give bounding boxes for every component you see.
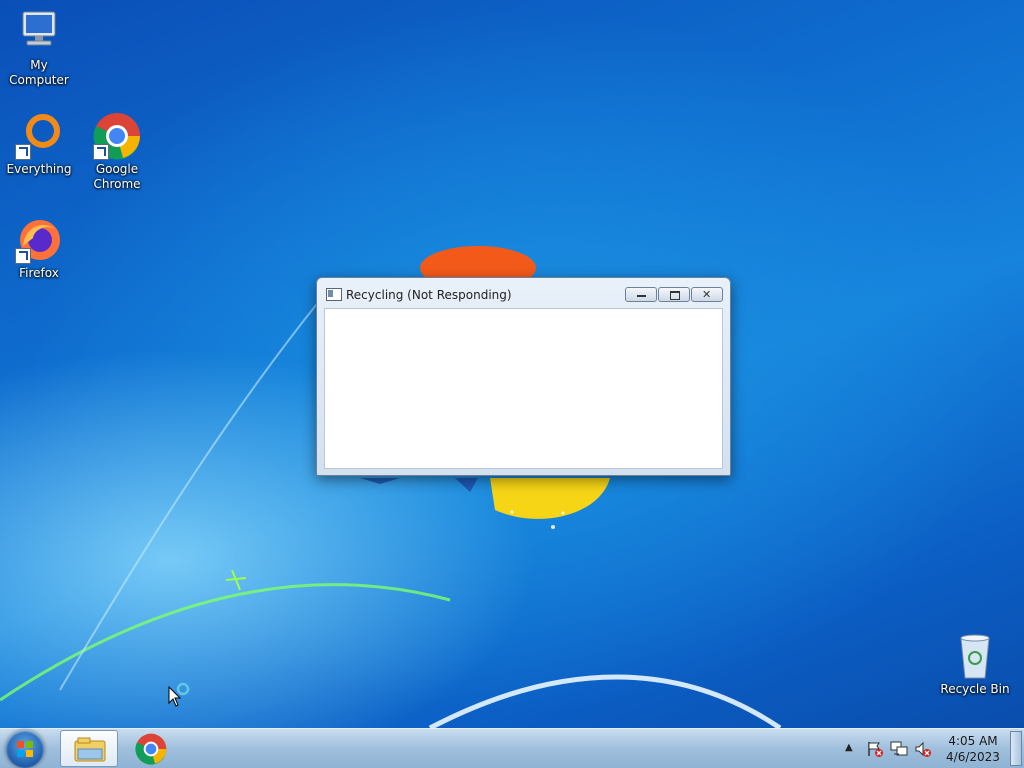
recycle-bin-icon	[951, 632, 999, 680]
chrome-icon	[93, 112, 141, 160]
maximize-button[interactable]	[658, 287, 690, 302]
show-desktop-button[interactable]	[1010, 731, 1022, 766]
start-button[interactable]	[6, 730, 44, 768]
window-titlebar[interactable]: Recycling (Not Responding) ✕	[317, 278, 730, 306]
desktop-icon-google-chrome[interactable]: Google Chrome	[78, 112, 156, 192]
explorer-icon	[74, 737, 106, 762]
shortcut-arrow-icon	[15, 248, 31, 264]
not-responding-window[interactable]: Recycling (Not Responding) ✕	[316, 277, 731, 476]
clock-date: 4/6/2023	[946, 750, 1000, 764]
system-clock[interactable]: 4:05 AM 4/6/2023	[940, 733, 1006, 765]
chrome-icon	[135, 733, 167, 765]
desktop-icon-firefox[interactable]: Firefox	[0, 216, 78, 281]
shortcut-arrow-icon	[93, 144, 109, 160]
busy-spinner-icon	[176, 682, 190, 696]
desktop-icon-recycle-bin[interactable]: Recycle Bin	[936, 632, 1014, 697]
show-hidden-icons-button[interactable]: ▲	[845, 742, 853, 753]
computer-icon	[15, 8, 63, 56]
windows-logo-icon	[17, 741, 33, 757]
everything-icon	[15, 112, 63, 160]
desktop-icon-my-computer[interactable]: My Computer	[0, 8, 78, 88]
shortcut-arrow-icon	[15, 144, 31, 160]
desktop-icon-everything[interactable]: Everything	[0, 112, 78, 177]
application-icon	[326, 288, 342, 301]
action-center-icon[interactable]	[866, 740, 884, 758]
taskbar-explorer-button[interactable]	[60, 730, 118, 767]
desktop-icon-label: Everything	[6, 162, 72, 176]
network-icon[interactable]	[890, 740, 908, 758]
volume-muted-icon[interactable]	[914, 740, 932, 758]
taskbar-chrome-button[interactable]	[121, 730, 179, 767]
desktop-icon-label: My Computer	[9, 58, 69, 87]
taskbar: ▲ 4:05 AM 4/6/2023	[0, 728, 1024, 768]
desktop-icon-label: Firefox	[19, 266, 59, 280]
close-icon: ✕	[702, 288, 712, 301]
clock-time: 4:05 AM	[948, 734, 998, 748]
minimize-icon	[637, 295, 646, 297]
close-button[interactable]: ✕	[691, 287, 723, 302]
maximize-icon	[670, 291, 680, 300]
minimize-button[interactable]	[625, 287, 657, 302]
desktop-icon-label: Google Chrome	[93, 162, 141, 191]
firefox-icon	[15, 216, 63, 264]
window-title: Recycling (Not Responding)	[346, 288, 512, 302]
desktop-icon-label: Recycle Bin	[940, 682, 1010, 696]
window-content	[324, 308, 723, 469]
